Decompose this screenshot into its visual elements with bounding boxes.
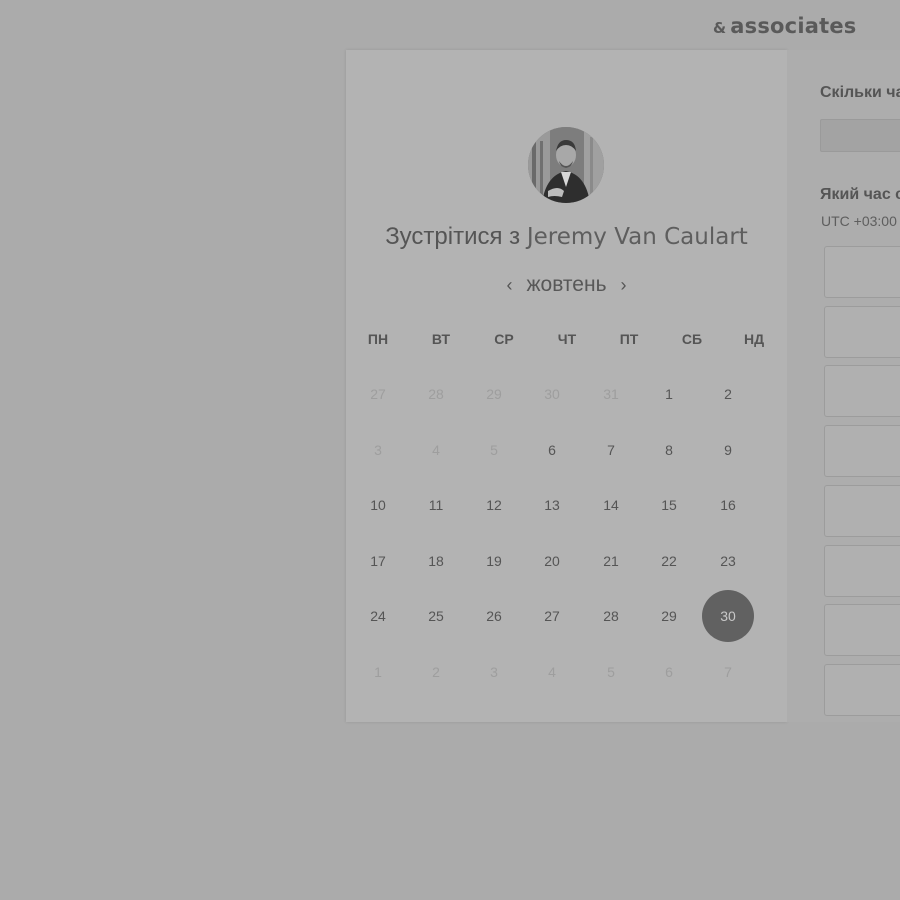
calendar-day[interactable]: 8: [643, 424, 695, 476]
calendar-day: 5: [490, 441, 498, 458]
calendar-day: 3: [490, 664, 498, 680]
time-slot-button[interactable]: [824, 305, 900, 358]
calendar-day[interactable]: 21: [585, 535, 637, 587]
calendar-day: 3: [374, 441, 382, 458]
calendar-day[interactable]: 12: [468, 479, 520, 531]
calendar-day[interactable]: 14: [585, 479, 637, 531]
calendar-day[interactable]: 28: [585, 590, 637, 642]
calendar-day: 30: [544, 386, 560, 402]
calendar-day[interactable]: 1: [643, 368, 695, 420]
brand-name: associates: [730, 14, 857, 38]
calendar-day: 31: [603, 386, 619, 402]
calendar-day[interactable]: 7: [585, 424, 637, 476]
calendar-day[interactable]: 2: [702, 368, 754, 420]
calendar-day: 6: [665, 664, 673, 680]
calendar-day: 4: [432, 441, 440, 458]
calendar-day: 5: [607, 664, 615, 680]
calendar-day[interactable]: 15: [643, 479, 695, 531]
calendar-card: Зустрітися з Jeremy Van Caulart ‹ жовтен…: [346, 50, 787, 722]
calendar-day[interactable]: 9: [702, 424, 754, 476]
calendar-day[interactable]: 16: [702, 479, 754, 531]
duration-select[interactable]: [820, 119, 900, 152]
calendar-day[interactable]: 25: [410, 590, 462, 642]
calendar-day[interactable]: 26: [468, 590, 520, 642]
calendar-day: 1: [374, 664, 382, 680]
calendar-day: 29: [486, 386, 502, 402]
calendar-day[interactable]: 23: [702, 535, 754, 587]
time-slot-button[interactable]: [824, 246, 900, 298]
calendar-day[interactable]: 24: [352, 590, 404, 642]
brand-ampersand: &: [713, 19, 727, 37]
time-slot-button[interactable]: [824, 544, 900, 597]
calendar-day-selected[interactable]: 30: [702, 590, 754, 643]
calendar-day: 7: [724, 664, 732, 680]
calendar-day[interactable]: 19: [468, 535, 520, 587]
calendar-day[interactable]: 22: [643, 535, 695, 587]
time-slot-button[interactable]: [824, 365, 900, 418]
calendar-day[interactable]: 17: [352, 535, 404, 587]
brand-logo: & associates: [713, 14, 856, 38]
calendar-day: 2: [432, 664, 440, 680]
duration-label: Скільки ча: [820, 84, 900, 101]
calendar-day[interactable]: 18: [410, 535, 462, 587]
calendar-day[interactable]: 13: [526, 479, 578, 531]
calendar-day[interactable]: 10: [352, 479, 404, 531]
time-slot-button[interactable]: [824, 425, 900, 478]
booking-page: & associates Зустрітися з Jeremy Van Caul…: [0, 0, 900, 900]
calendar-day[interactable]: 20: [526, 535, 578, 587]
time-slot-button[interactable]: [824, 663, 900, 716]
timezone-label: UTC +03:00: [821, 213, 897, 229]
calendar-day[interactable]: 29: [643, 590, 695, 642]
calendar-day: 4: [548, 664, 556, 680]
calendar-grid: 27 28 29 30 31 1 2 3 4 5 6 7 8 9 10 11 12 13 14 15 16 17 18 19 2…: [346, 50, 787, 722]
time-label: Який час с: [820, 186, 900, 203]
calendar-day[interactable]: 11: [410, 479, 462, 531]
calendar-day[interactable]: 27: [526, 590, 578, 642]
time-slot-button[interactable]: [824, 604, 900, 657]
time-slot-button[interactable]: [824, 484, 900, 537]
calendar-day: 27: [370, 386, 386, 402]
time-selection-panel: Скільки ча Який час с UTC +03:00: [787, 50, 900, 722]
calendar-day[interactable]: 6: [526, 424, 578, 476]
calendar-day: 28: [428, 386, 444, 402]
